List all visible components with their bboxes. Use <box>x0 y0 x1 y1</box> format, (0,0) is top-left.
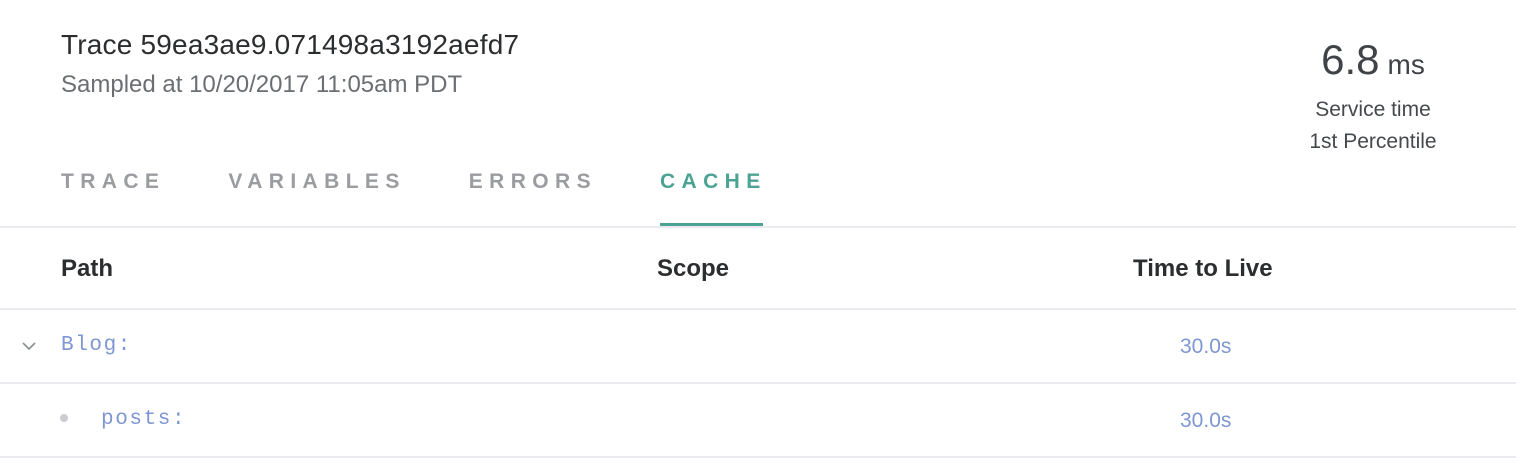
trace-details-panel: Trace 59ea3ae9.071498a3192aefd7 Sampled … <box>0 0 1516 466</box>
tabs-divider <box>0 226 1516 228</box>
chevron-down-icon[interactable] <box>21 338 37 354</box>
tab-errors[interactable]: ERRORS <box>469 160 597 228</box>
sampled-at-text: Sampled at 10/20/2017 11:05am PDT <box>61 71 463 98</box>
tab-variables[interactable]: VARIABLES <box>228 160 405 228</box>
tab-cache[interactable]: CACHE <box>659 160 767 228</box>
service-time-metric: 6.8 ms Service time 1st Percentile <box>1298 36 1448 158</box>
row-divider <box>0 456 1516 458</box>
column-header-scope: Scope <box>657 255 730 282</box>
path-cell: Blog: <box>61 334 133 357</box>
bullet-icon <box>60 414 68 422</box>
table-row[interactable]: posts: 30.0s <box>0 384 1516 458</box>
tab-bar: TRACE VARIABLES ERRORS CACHE <box>61 160 830 228</box>
trace-header: Trace 59ea3ae9.071498a3192aefd7 Sampled … <box>61 27 519 100</box>
path-cell: posts: <box>101 408 187 431</box>
tab-trace[interactable]: TRACE <box>61 160 165 228</box>
table-row[interactable]: Blog: 30.0s <box>0 310 1516 384</box>
column-header-ttl: Time to Live <box>1133 255 1273 282</box>
metric-sublabel: 1st Percentile <box>1309 130 1437 153</box>
column-header-path: Path <box>61 255 114 282</box>
metric-unit: ms <box>1387 49 1425 80</box>
metric-label: Service time <box>1315 98 1431 121</box>
ttl-cell: 30.0s <box>1180 409 1232 432</box>
metric-value: 6.8 <box>1321 36 1380 83</box>
trace-title: Trace 59ea3ae9.071498a3192aefd7 <box>61 29 520 60</box>
ttl-cell: 30.0s <box>1180 335 1232 358</box>
